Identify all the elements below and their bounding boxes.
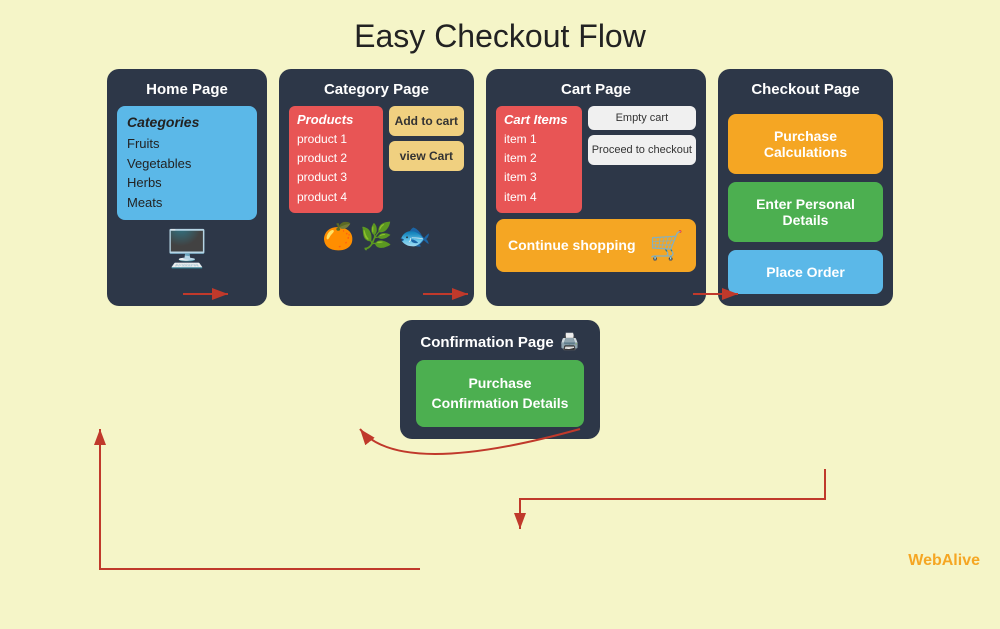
cart-page-card: Cart Page Cart Items item 1 item 2 item … (486, 69, 706, 306)
home-page-card: Home Page Categories Fruits Vegetables H… (107, 69, 267, 306)
fish-icon: 🐟 (399, 221, 431, 252)
cart-item-2: item 2 (504, 149, 574, 168)
place-order-button[interactable]: Place Order (728, 250, 883, 294)
products-label: Products (297, 112, 375, 127)
category-herbs: Herbs (127, 173, 247, 193)
cart-item-1: item 1 (504, 130, 574, 149)
category-page-title: Category Page (289, 81, 464, 98)
empty-cart-button[interactable]: Empty cart (588, 106, 696, 130)
product-1: product 1 (297, 130, 375, 149)
cart-items-box: Cart Items item 1 item 2 item 3 item 4 (496, 106, 582, 213)
herb-icon: 🌿 (360, 221, 392, 252)
cart-top: Cart Items item 1 item 2 item 3 item 4 E… (496, 106, 696, 213)
brand-label: WebAlive (908, 552, 980, 570)
cart-item-4: item 4 (504, 188, 574, 207)
flow-container: Home Page Categories Fruits Vegetables H… (0, 69, 1000, 306)
products-area: Products product 1 product 2 product 3 p… (289, 106, 464, 213)
add-to-cart-button[interactable]: Add to cart (389, 106, 464, 136)
confirmation-details-button[interactable]: Purchase Confirmation Details (416, 360, 584, 427)
purchase-calculations-button[interactable]: Purchase Calculations (728, 114, 883, 174)
page-title: Easy Checkout Flow (0, 0, 1000, 69)
product-emojis: 🍊 🌿 🐟 (289, 221, 464, 252)
fruit-icon: 🍊 (322, 221, 354, 252)
home-page-title: Home Page (117, 81, 257, 98)
checkout-page-title: Checkout Page (728, 81, 883, 98)
categories-box: Categories Fruits Vegetables Herbs Meats (117, 106, 257, 220)
enter-personal-details-button[interactable]: Enter Personal Details (728, 182, 883, 242)
category-page-card: Category Page Products product 1 product… (279, 69, 474, 306)
view-cart-button[interactable]: view Cart (389, 141, 464, 171)
product-2: product 2 (297, 149, 375, 168)
confirmation-page-card: Confirmation Page 🖨️ Purchase Confirmati… (400, 320, 600, 439)
brand-web: Web (908, 552, 941, 569)
brand-alive: Alive (942, 552, 980, 569)
monitor-icon: 🖥️ (117, 228, 257, 270)
cart-actions: Empty cart Proceed to checkout (588, 106, 696, 213)
confirmation-title-row: Confirmation Page 🖨️ (416, 332, 584, 352)
printer-icon: 🖨️ (560, 332, 580, 352)
category-fruits: Fruits (127, 134, 247, 154)
proceed-checkout-button[interactable]: Proceed to checkout (588, 135, 696, 165)
confirmation-page-title: Confirmation Page (420, 334, 553, 351)
cart-item-3: item 3 (504, 168, 574, 187)
continue-shopping-label: Continue shopping (508, 236, 636, 254)
category-meats: Meats (127, 193, 247, 213)
cart-page-title: Cart Page (496, 81, 696, 98)
cart-icon: 🛒 (649, 229, 684, 262)
categories-label: Categories (127, 114, 247, 130)
continue-shopping-button[interactable]: Continue shopping 🛒 (496, 219, 696, 272)
cart-buttons: Add to cart view Cart (389, 106, 464, 213)
checkout-page-card: Checkout Page Purchase Calculations Ente… (718, 69, 893, 306)
product-4: product 4 (297, 188, 375, 207)
products-list: Products product 1 product 2 product 3 p… (289, 106, 383, 213)
category-vegetables: Vegetables (127, 154, 247, 174)
cart-items-label: Cart Items (504, 112, 574, 127)
product-3: product 3 (297, 168, 375, 187)
confirmation-section: Confirmation Page 🖨️ Purchase Confirmati… (0, 320, 1000, 439)
